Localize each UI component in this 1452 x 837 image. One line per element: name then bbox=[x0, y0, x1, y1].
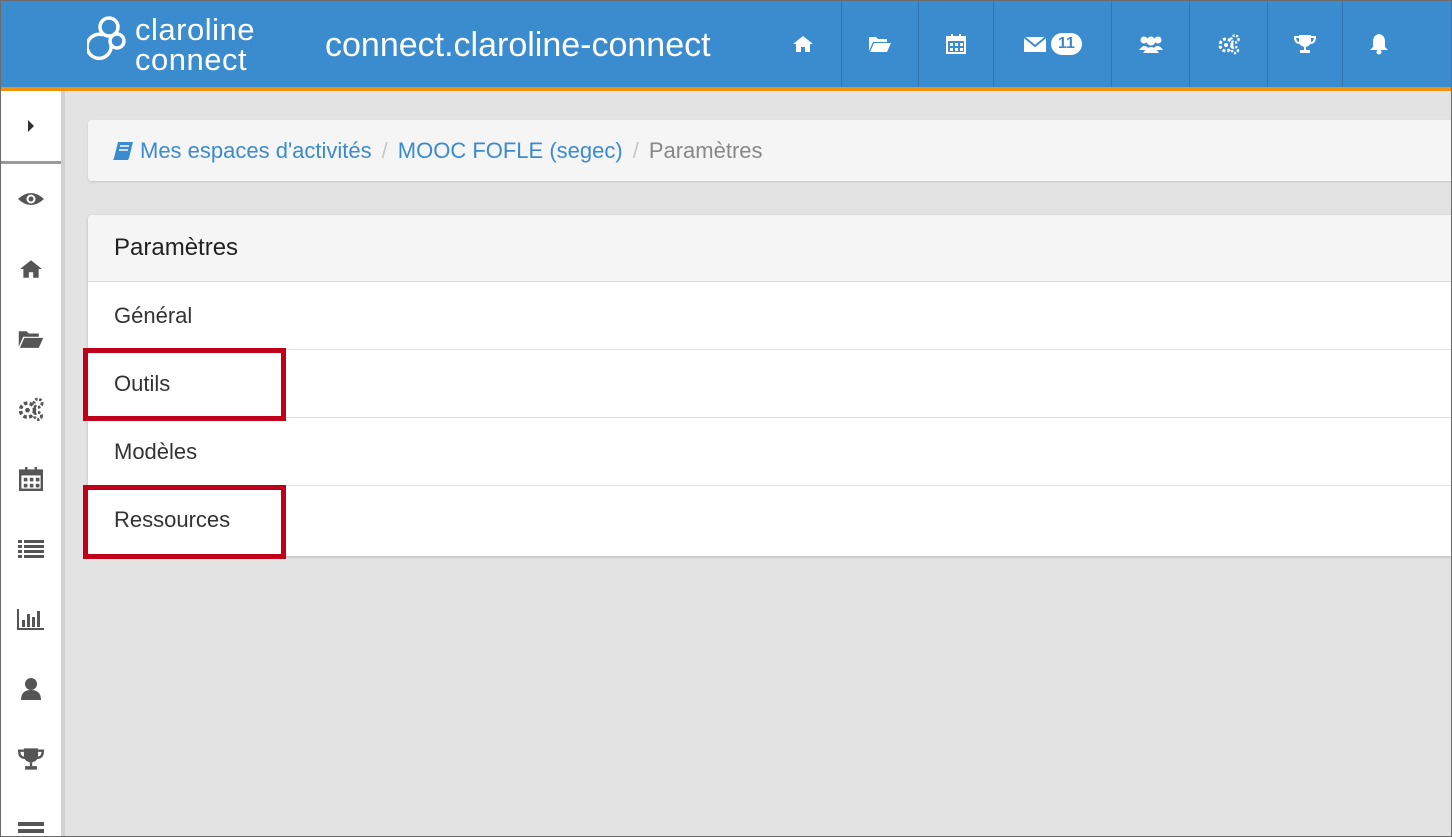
breadcrumb: Mes espaces d'activités / MOOC FOFLE (se… bbox=[88, 120, 1451, 181]
sidebar-item-badges[interactable] bbox=[1, 724, 61, 794]
breadcrumb-current: Paramètres bbox=[648, 137, 763, 163]
logo[interactable]: claroline connect bbox=[87, 11, 277, 75]
top-navbar: claroline connect connect.claroline-conn… bbox=[1, 1, 1451, 91]
highlight-box-resources bbox=[83, 485, 286, 559]
left-sidebar bbox=[1, 91, 65, 836]
trophy-icon bbox=[1294, 35, 1316, 53]
nav-admin-button[interactable] bbox=[1189, 1, 1267, 87]
panel-title: Paramètres bbox=[88, 215, 1451, 282]
eye-icon bbox=[18, 193, 44, 205]
folder-open-icon bbox=[18, 331, 44, 348]
messages-badge: 11 bbox=[1051, 33, 1082, 55]
breadcrumb-separator: / bbox=[632, 137, 639, 163]
sidebar-item-analytics[interactable] bbox=[1, 584, 61, 654]
calendar-icon bbox=[946, 34, 966, 54]
breadcrumb-separator: / bbox=[381, 137, 388, 163]
folder-open-icon bbox=[869, 37, 891, 52]
nav-notifications-button[interactable] bbox=[1342, 1, 1415, 87]
nav-resources-button[interactable] bbox=[841, 1, 918, 87]
home-icon bbox=[20, 260, 42, 278]
menu-item-models[interactable]: Modèles bbox=[88, 418, 1451, 486]
sidebar-item-resources[interactable] bbox=[1, 304, 61, 374]
highlight-box-tools bbox=[83, 348, 286, 421]
logo-text-line1: claroline bbox=[135, 12, 255, 47]
calendar-icon bbox=[19, 467, 43, 491]
sidebar-toggle-button[interactable] bbox=[1, 91, 61, 164]
app-window: claroline connect connect.claroline-conn… bbox=[0, 0, 1452, 837]
sidebar-item-more[interactable] bbox=[1, 794, 61, 834]
menu-item-tools[interactable]: Outils bbox=[88, 350, 1451, 418]
sidebar-item-parameters[interactable] bbox=[1, 374, 61, 444]
list-icon bbox=[18, 540, 44, 558]
menu-item-resources[interactable]: Ressources bbox=[88, 486, 1451, 554]
sidebar-item-home[interactable] bbox=[1, 234, 61, 304]
sidebar-item-view[interactable] bbox=[1, 164, 61, 234]
nav-agenda-button[interactable] bbox=[918, 1, 993, 87]
breadcrumb-workspaces-link[interactable]: Mes espaces d'activités bbox=[112, 138, 372, 164]
caret-right-icon bbox=[28, 120, 34, 132]
user-icon bbox=[21, 678, 41, 700]
users-icon bbox=[1138, 36, 1163, 53]
menu-item-general[interactable]: Général bbox=[88, 282, 1451, 350]
bar-chart-icon bbox=[17, 609, 44, 630]
nav-badges-button[interactable] bbox=[1267, 1, 1342, 87]
breadcrumb-item-workspaces: Mes espaces d'activités bbox=[140, 137, 372, 163]
sidebar-item-users[interactable] bbox=[1, 654, 61, 724]
logo-text-line2: connect bbox=[135, 42, 248, 77]
book-icon bbox=[113, 141, 133, 160]
tasks-icon bbox=[18, 822, 44, 833]
home-icon bbox=[793, 36, 813, 52]
sidebar-item-list[interactable] bbox=[1, 514, 61, 584]
bell-icon bbox=[1370, 34, 1388, 55]
claroline-logo-mark bbox=[87, 16, 126, 61]
nav-messages-button[interactable]: 11 bbox=[993, 1, 1111, 87]
site-title[interactable]: connect.claroline-connect bbox=[325, 25, 711, 65]
parameters-panel: Paramètres Général Outils Modèles Ressou… bbox=[88, 215, 1451, 556]
cogs-icon bbox=[18, 397, 44, 421]
navbar-icon-group: 11 bbox=[765, 1, 1415, 87]
trophy-icon bbox=[18, 748, 44, 770]
cogs-icon bbox=[1218, 34, 1240, 55]
nav-users-button[interactable] bbox=[1111, 1, 1189, 87]
breadcrumb-item-workspace[interactable]: MOOC FOFLE (segec) bbox=[398, 138, 623, 164]
nav-home-button[interactable] bbox=[765, 1, 841, 87]
envelope-icon bbox=[1023, 35, 1047, 52]
sidebar-item-agenda[interactable] bbox=[1, 444, 61, 514]
